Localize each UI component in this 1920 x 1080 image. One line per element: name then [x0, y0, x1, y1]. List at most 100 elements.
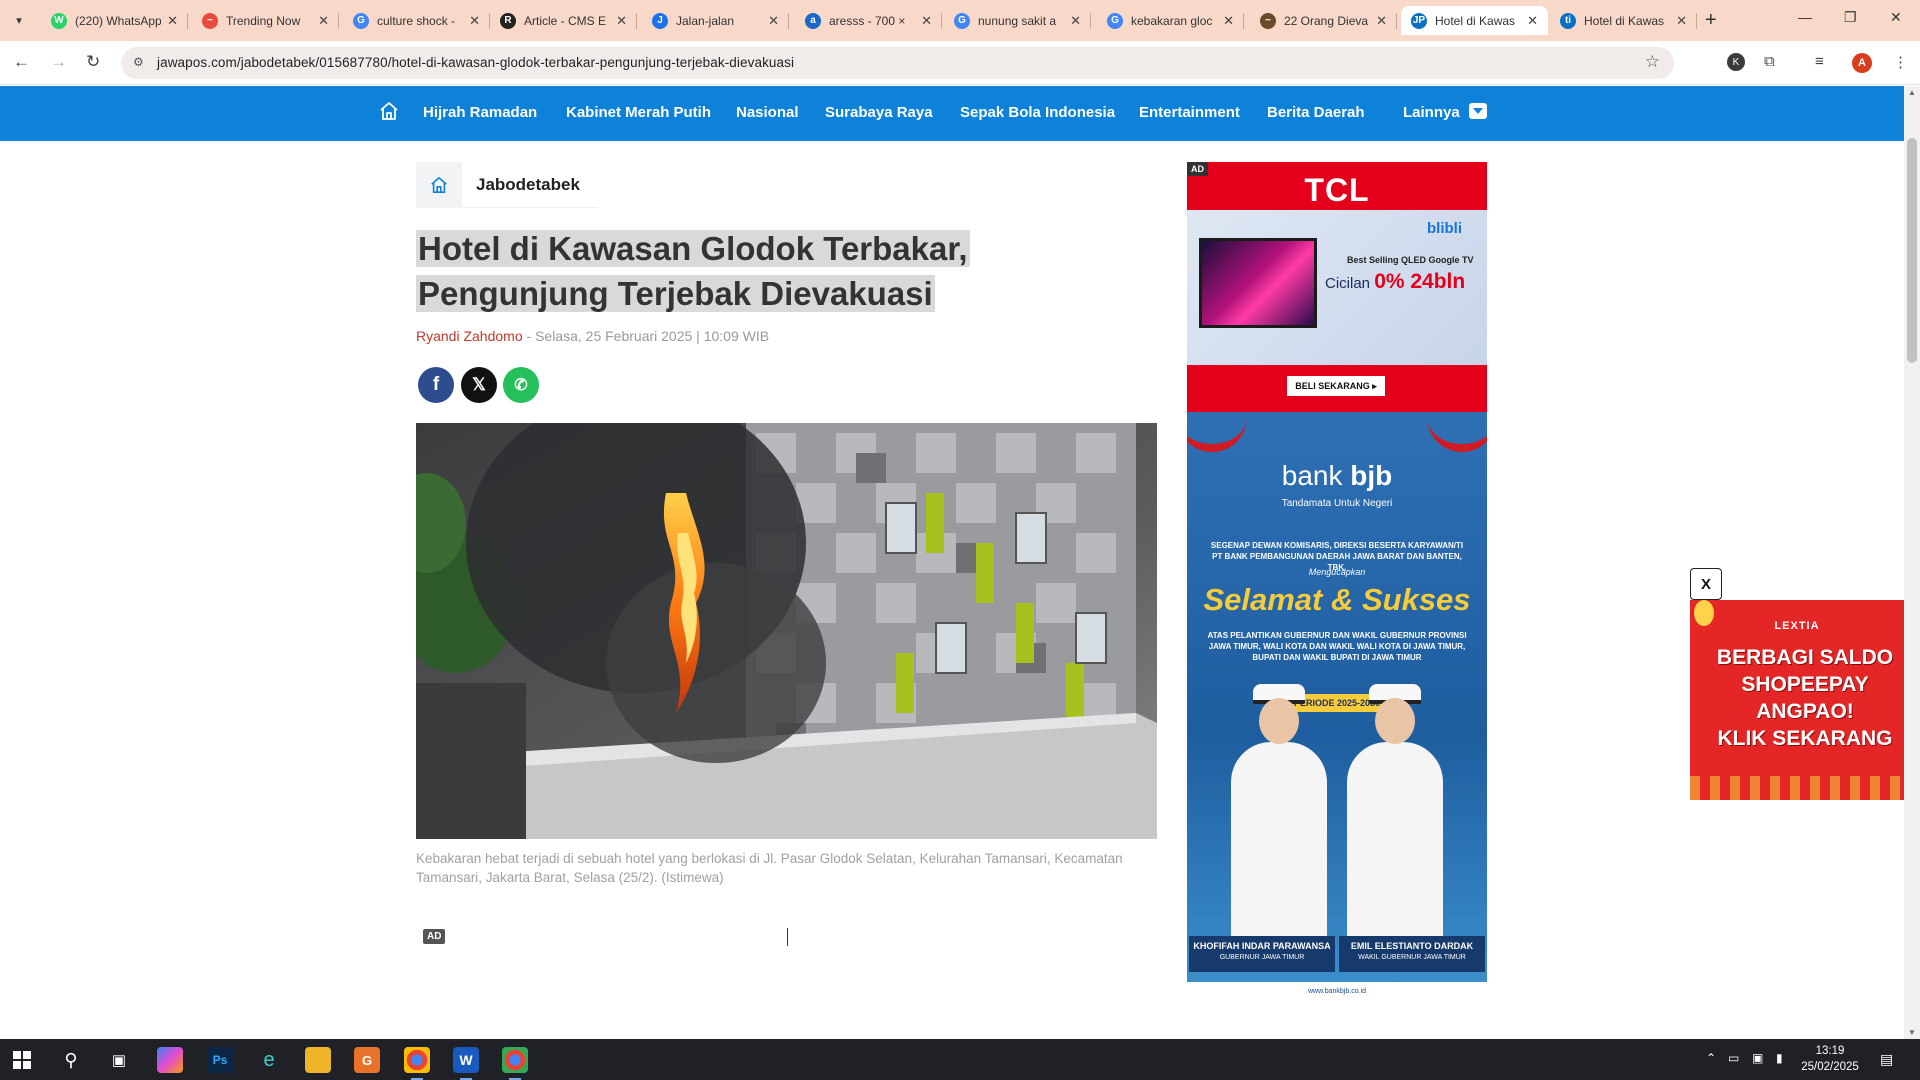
browser-tab-2[interactable]: ~ Trending Now ✕ — [192, 6, 339, 35]
media-control-icon[interactable]: ≡ — [1815, 53, 1824, 70]
breadcrumb-home-icon[interactable] — [416, 161, 462, 208]
browser-tab-6[interactable]: a aresss - 700 × ✕ — [795, 6, 942, 35]
nav-entertainment[interactable]: Entertainment — [1139, 104, 1240, 121]
inline-ad-tag: AD — [423, 929, 446, 944]
file-explorer-icon[interactable] — [305, 1047, 331, 1073]
tab-close-icon[interactable]: ✕ — [318, 13, 329, 29]
extensions-puzzle-icon[interactable]: ⧉ — [1764, 53, 1775, 70]
tray-chevron-icon[interactable]: ⌃ — [1706, 1051, 1716, 1065]
edge-icon[interactable]: e — [256, 1047, 282, 1073]
nav-kabinet-merah-putih[interactable]: Kabinet Merah Putih — [566, 104, 711, 121]
tab-close-icon[interactable]: ✕ — [1676, 13, 1687, 29]
share-x-icon[interactable]: 𝕏 — [461, 367, 497, 403]
tcl-ad-banner[interactable]: TCL blibli Best Selling QLED Google TV C… — [1187, 162, 1487, 412]
tab-title: Hotel di Kawas — [1584, 13, 1665, 28]
system-clock[interactable]: 13:19 25/02/2025 — [1800, 1043, 1860, 1075]
person-1-figure — [1231, 684, 1327, 942]
float-ad-banner[interactable]: LEXTIA BERBAGI SALDO SHOPEEPAY ANGPAO! K… — [1690, 600, 1904, 800]
tab-close-icon[interactable]: ✕ — [921, 13, 932, 29]
nav-nasional[interactable]: Nasional — [736, 104, 799, 121]
share-facebook-icon[interactable]: f — [418, 367, 454, 403]
tcl-ad-line2: Cicilan 0% 24bln — [1325, 270, 1466, 293]
tab-search-icon[interactable]: ▾ — [8, 9, 30, 31]
tab-title: Jalan-jalan — [676, 13, 735, 28]
tcl-buy-now-button[interactable]: BELI SEKARANG ▸ — [1287, 376, 1385, 396]
copilot-icon[interactable] — [157, 1047, 183, 1073]
back-icon[interactable]: ← — [13, 52, 30, 72]
home-icon[interactable] — [379, 101, 399, 121]
word-icon[interactable]: W — [453, 1047, 479, 1080]
nav-hijrah-ramadan[interactable]: Hijrah Ramadan — [423, 104, 537, 121]
tab-favicon-icon: G — [954, 12, 970, 29]
tab-close-icon[interactable]: ✕ — [1376, 13, 1387, 29]
bookmark-star-icon[interactable]: ☆ — [1645, 52, 1660, 72]
nav-berita-daerah[interactable]: Berita Daerah — [1267, 104, 1365, 121]
restore-icon[interactable]: ❐ — [1844, 9, 1857, 26]
ribbon-right — [1427, 412, 1487, 452]
lainnya-dropdown-icon[interactable] — [1469, 103, 1487, 119]
tab-close-icon[interactable]: ✕ — [1070, 13, 1081, 29]
profile-avatar[interactable]: A — [1852, 53, 1872, 73]
browser-tab-3[interactable]: Gculture shock - ✕ — [343, 6, 490, 35]
tab-close-icon[interactable]: ✕ — [1223, 13, 1234, 29]
extension-k-icon[interactable]: K — [1727, 53, 1745, 71]
float-ad-pattern — [1690, 776, 1904, 800]
share-whatsapp-icon[interactable]: ✆ — [503, 367, 539, 403]
tab-title: nunung sakit a — [978, 13, 1057, 28]
browser-tab-4[interactable]: R Article - CMS E ✕ — [490, 6, 637, 35]
publish-date: - Selasa, 25 Februari 2025 | 10:09 WIB — [526, 328, 770, 344]
tab-close-icon[interactable]: ✕ — [616, 13, 627, 29]
chrome-icon[interactable] — [404, 1047, 430, 1080]
browser-tab-11[interactable]: ti Hotel di Kawas ✕ — [1550, 6, 1697, 35]
browser-tab-8[interactable]: Gkebakaran gloc ✕ — [1097, 6, 1244, 35]
scrollbar-thumb[interactable] — [1907, 138, 1917, 363]
tab-close-icon[interactable]: ✕ — [167, 13, 178, 29]
tab-close-icon[interactable]: ✕ — [768, 13, 779, 29]
tab-favicon-icon: G — [353, 12, 369, 29]
page-scrollbar[interactable]: ▲ ▼ — [1904, 86, 1920, 1039]
search-icon[interactable]: ⚲ — [58, 1047, 84, 1073]
browser-tab-10[interactable]: JP Hotel di Kawas ✕ — [1401, 6, 1548, 35]
tray-network-icon[interactable]: ▭ — [1728, 1051, 1739, 1065]
url-text[interactable]: jawapos.com/jabodetabek/015687780/hotel-… — [157, 55, 794, 70]
browser-tab-7[interactable]: Gnunung sakit a ✕ — [944, 6, 1091, 35]
nav-lainnya[interactable]: Lainnya — [1403, 104, 1460, 121]
forward-icon[interactable]: → — [50, 52, 67, 72]
app-orange-icon[interactable]: G — [354, 1047, 380, 1073]
task-view-icon[interactable]: ▣ — [106, 1047, 132, 1073]
author-link[interactable]: Ryandi Zahdomo — [416, 328, 523, 344]
reload-icon[interactable]: ↻ — [86, 52, 100, 72]
tab-close-icon[interactable]: ✕ — [469, 13, 480, 29]
clock-date: 25/02/2025 — [1801, 1061, 1859, 1073]
new-tab-icon[interactable]: + — [1705, 9, 1717, 32]
float-ad-close-button[interactable]: X — [1690, 568, 1722, 600]
tcl-ad-panel: blibli Best Selling QLED Google TV Cicil… — [1187, 210, 1487, 365]
breadcrumb-category[interactable]: Jabodetabek — [462, 175, 598, 195]
browser-tab-1[interactable]: W (220) WhatsApp ✕ — [41, 6, 188, 35]
scroll-up-icon[interactable]: ▲ — [1908, 88, 1916, 97]
bjb-ad-banner[interactable]: bank bjb Tandamata Untuk Negeri SEGENAP … — [1187, 412, 1487, 1002]
bjb-tagline: Tandamata Untuk Negeri — [1281, 498, 1393, 509]
chrome-profile-icon[interactable] — [502, 1047, 528, 1080]
chrome-menu-icon[interactable]: ⋮ — [1893, 53, 1908, 71]
tray-battery-icon[interactable]: ▮ — [1776, 1051, 1783, 1065]
tab-title: (220) WhatsApp — [75, 13, 162, 28]
person-1-name: KHOFIFAH INDAR PARAWANSA — [1193, 941, 1331, 951]
browser-tab-5[interactable]: J Jalan-jalan ✕ — [642, 6, 789, 35]
float-ad-message: BERBAGI SALDO SHOPEEPAY ANGPAO! KLIK SEK… — [1716, 646, 1894, 750]
tab-title: Article - CMS E — [524, 13, 607, 28]
browser-tab-9[interactable]: ~22 Orang Dieva ✕ — [1250, 6, 1397, 35]
address-bar[interactable]: ⚙ jawapos.com/jabodetabek/015687780/hote… — [121, 47, 1674, 79]
scroll-down-icon[interactable]: ▼ — [1908, 1028, 1916, 1037]
photoshop-icon[interactable]: Ps — [207, 1047, 233, 1073]
minimize-icon[interactable]: — — [1798, 9, 1812, 25]
site-info-icon[interactable]: ⚙ — [133, 55, 144, 69]
nav-surabaya-raya[interactable]: Surabaya Raya — [825, 104, 933, 121]
bjb-mengucapkan: Mengucapkan — [1308, 567, 1366, 577]
tray-display-icon[interactable]: ▣ — [1752, 1051, 1763, 1065]
windows-start-icon[interactable] — [9, 1047, 35, 1073]
close-window-icon[interactable]: ✕ — [1890, 9, 1902, 26]
nav-sepak-bola-indonesia[interactable]: Sepak Bola Indonesia — [960, 104, 1115, 121]
tab-close-icon[interactable]: ✕ — [1527, 13, 1538, 29]
notification-icon[interactable]: ▤ — [1880, 1051, 1893, 1068]
